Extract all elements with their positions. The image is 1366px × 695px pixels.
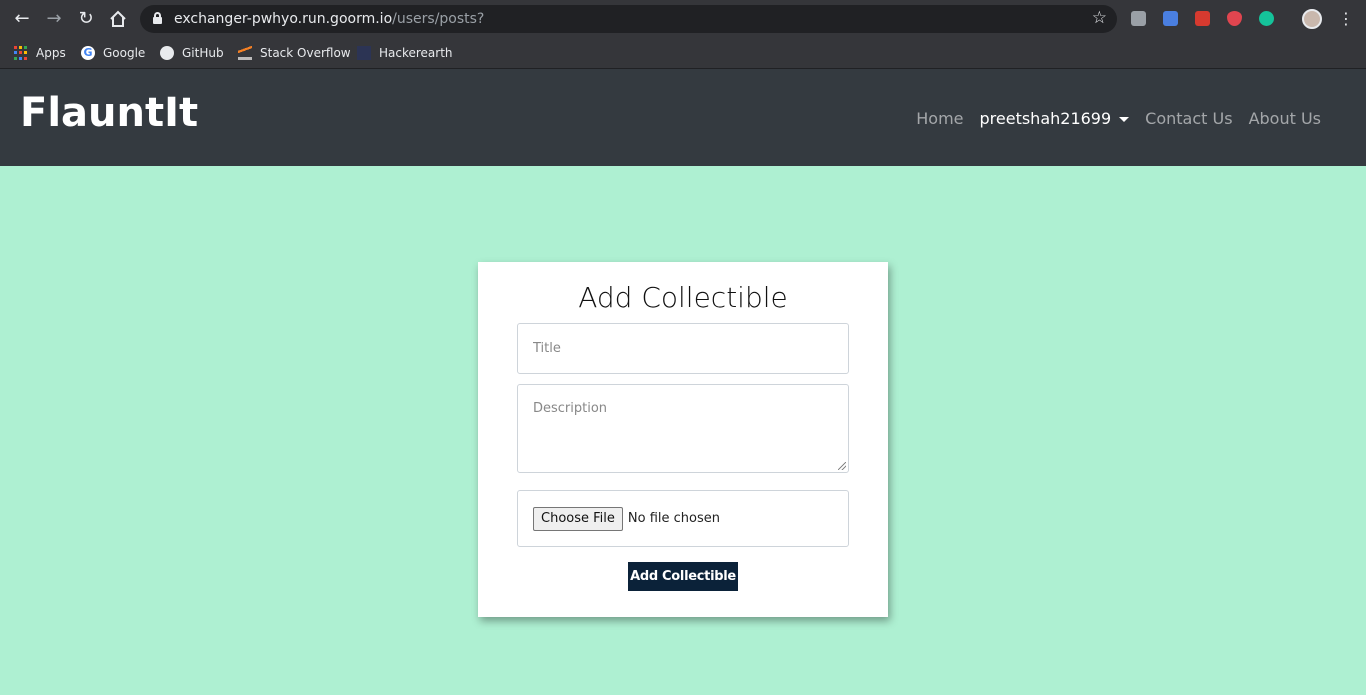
file-status-text: No file chosen — [627, 511, 720, 526]
file-input-wrapper: Choose File No file chosen — [517, 490, 849, 547]
lock-icon — [153, 12, 162, 24]
bookmark-hackerearth[interactable]: Hackerearth — [357, 44, 453, 62]
hackerearth-icon — [357, 46, 371, 60]
home-icon[interactable] — [107, 8, 129, 30]
forward-arrow-icon[interactable]: → — [43, 8, 65, 30]
bookmarks-bar: Apps G Google GitHub Stack Overflow Hack… — [0, 38, 1366, 69]
title-input[interactable] — [518, 324, 848, 373]
browser-toolbar: ← → ↻ exchanger-pwhyo.run.goorm.io/users… — [0, 0, 1366, 38]
caret-down-icon — [1119, 116, 1130, 122]
extension-icon[interactable] — [1195, 11, 1210, 26]
stack-overflow-icon — [238, 46, 252, 60]
choose-file-button[interactable]: Choose File — [533, 506, 623, 531]
nav-about-link[interactable]: About Us — [1249, 109, 1321, 128]
user-dropdown[interactable]: preetshah21699 — [980, 109, 1130, 128]
form-heading: Add Collectible — [578, 281, 788, 314]
kebab-menu-icon[interactable]: ⋮ — [1338, 9, 1354, 29]
google-icon: G — [81, 46, 95, 60]
bookmark-apps[interactable]: Apps — [14, 44, 66, 62]
grammarly-icon[interactable] — [1259, 11, 1274, 26]
back-arrow-icon[interactable]: ← — [11, 8, 33, 30]
bookmark-star-icon[interactable]: ☆ — [1092, 8, 1107, 28]
user-dropdown-label: preetshah21699 — [979, 108, 1112, 128]
address-bar[interactable]: exchanger-pwhyo.run.goorm.io/users/posts… — [140, 5, 1117, 33]
bookmark-stack-overflow[interactable]: Stack Overflow — [238, 44, 351, 62]
brand-logo[interactable]: FlauntIt — [20, 89, 198, 137]
extension-icon[interactable] — [1131, 11, 1146, 26]
nav-contact-link[interactable]: Contact Us — [1145, 109, 1232, 128]
extension-icon[interactable] — [1163, 11, 1178, 26]
reload-icon[interactable]: ↻ — [75, 8, 97, 30]
nav-links: Home preetshah21699 Contact Us About Us — [900, 106, 1321, 130]
add-collectible-card: Add Collectible Choose File No file chos… — [478, 262, 888, 617]
add-collectible-button[interactable]: Add Collectible — [628, 562, 738, 591]
url-text: exchanger-pwhyo.run.goorm.io/users/posts… — [174, 11, 485, 27]
site-navbar: FlauntIt Home preetshah21699 Contact Us … — [0, 69, 1366, 166]
shield-extension-icon[interactable] — [1227, 11, 1242, 26]
title-field-wrapper — [517, 323, 849, 374]
nav-home-link[interactable]: Home — [916, 109, 963, 128]
resize-handle[interactable] — [838, 462, 846, 470]
description-textarea[interactable] — [518, 385, 848, 472]
bookmark-github[interactable]: GitHub — [160, 44, 224, 62]
apps-grid-icon — [14, 46, 28, 60]
bookmark-google[interactable]: G Google — [81, 44, 145, 62]
description-field-wrapper — [517, 384, 849, 473]
github-icon — [160, 46, 174, 60]
profile-avatar[interactable] — [1302, 9, 1322, 29]
